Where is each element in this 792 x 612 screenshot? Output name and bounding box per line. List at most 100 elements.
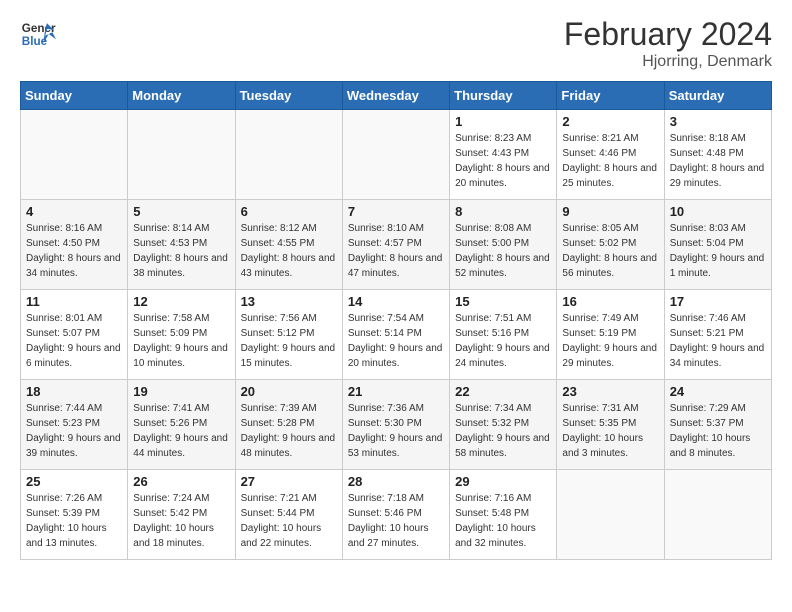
table-cell: 5 Sunrise: 8:14 AM Sunset: 4:53 PM Dayli…: [128, 200, 235, 290]
table-cell: [664, 470, 771, 560]
day-info: Sunrise: 7:34 AM Sunset: 5:32 PM Dayligh…: [455, 401, 551, 461]
day-number: 23: [562, 384, 658, 399]
table-cell: 6 Sunrise: 8:12 AM Sunset: 4:55 PM Dayli…: [235, 200, 342, 290]
calendar-row: 18 Sunrise: 7:44 AM Sunset: 5:23 PM Dayl…: [21, 380, 772, 470]
day-number: 1: [455, 114, 551, 129]
day-number: 15: [455, 294, 551, 309]
day-number: 10: [670, 204, 766, 219]
location-title: Hjorring, Denmark: [564, 53, 772, 71]
day-number: 27: [241, 474, 337, 489]
table-cell: 14 Sunrise: 7:54 AM Sunset: 5:14 PM Dayl…: [342, 290, 449, 380]
day-number: 11: [26, 294, 122, 309]
table-cell: 8 Sunrise: 8:08 AM Sunset: 5:00 PM Dayli…: [450, 200, 557, 290]
day-number: 7: [348, 204, 444, 219]
table-cell: 3 Sunrise: 8:18 AM Sunset: 4:48 PM Dayli…: [664, 110, 771, 200]
table-cell: [128, 110, 235, 200]
day-number: 20: [241, 384, 337, 399]
day-number: 6: [241, 204, 337, 219]
col-monday: Monday: [128, 82, 235, 110]
day-number: 4: [26, 204, 122, 219]
day-info: Sunrise: 7:36 AM Sunset: 5:30 PM Dayligh…: [348, 401, 444, 461]
table-cell: 2 Sunrise: 8:21 AM Sunset: 4:46 PM Dayli…: [557, 110, 664, 200]
header: General Blue February 2024 Hjorring, Den…: [20, 16, 772, 71]
day-number: 18: [26, 384, 122, 399]
day-info: Sunrise: 7:41 AM Sunset: 5:26 PM Dayligh…: [133, 401, 229, 461]
table-cell: 17 Sunrise: 7:46 AM Sunset: 5:21 PM Dayl…: [664, 290, 771, 380]
day-info: Sunrise: 7:18 AM Sunset: 5:46 PM Dayligh…: [348, 491, 444, 551]
table-cell: 25 Sunrise: 7:26 AM Sunset: 5:39 PM Dayl…: [21, 470, 128, 560]
calendar-table: Sunday Monday Tuesday Wednesday Thursday…: [20, 81, 772, 560]
calendar-row: 4 Sunrise: 8:16 AM Sunset: 4:50 PM Dayli…: [21, 200, 772, 290]
day-number: 28: [348, 474, 444, 489]
calendar-row: 25 Sunrise: 7:26 AM Sunset: 5:39 PM Dayl…: [21, 470, 772, 560]
title-area: February 2024 Hjorring, Denmark: [564, 16, 772, 71]
table-cell: [557, 470, 664, 560]
day-info: Sunrise: 7:49 AM Sunset: 5:19 PM Dayligh…: [562, 311, 658, 371]
day-info: Sunrise: 7:56 AM Sunset: 5:12 PM Dayligh…: [241, 311, 337, 371]
day-number: 13: [241, 294, 337, 309]
logo-icon: General Blue: [20, 16, 56, 52]
col-tuesday: Tuesday: [235, 82, 342, 110]
day-info: Sunrise: 8:01 AM Sunset: 5:07 PM Dayligh…: [26, 311, 122, 371]
col-thursday: Thursday: [450, 82, 557, 110]
calendar-row: 1 Sunrise: 8:23 AM Sunset: 4:43 PM Dayli…: [21, 110, 772, 200]
day-number: 17: [670, 294, 766, 309]
day-number: 9: [562, 204, 658, 219]
calendar-row: 11 Sunrise: 8:01 AM Sunset: 5:07 PM Dayl…: [21, 290, 772, 380]
table-cell: 19 Sunrise: 7:41 AM Sunset: 5:26 PM Dayl…: [128, 380, 235, 470]
day-number: 3: [670, 114, 766, 129]
day-number: 19: [133, 384, 229, 399]
table-cell: 21 Sunrise: 7:36 AM Sunset: 5:30 PM Dayl…: [342, 380, 449, 470]
day-info: Sunrise: 8:10 AM Sunset: 4:57 PM Dayligh…: [348, 221, 444, 281]
table-cell: 13 Sunrise: 7:56 AM Sunset: 5:12 PM Dayl…: [235, 290, 342, 380]
table-cell: 10 Sunrise: 8:03 AM Sunset: 5:04 PM Dayl…: [664, 200, 771, 290]
day-info: Sunrise: 7:58 AM Sunset: 5:09 PM Dayligh…: [133, 311, 229, 371]
day-number: 16: [562, 294, 658, 309]
day-info: Sunrise: 8:08 AM Sunset: 5:00 PM Dayligh…: [455, 221, 551, 281]
day-info: Sunrise: 7:21 AM Sunset: 5:44 PM Dayligh…: [241, 491, 337, 551]
day-info: Sunrise: 8:03 AM Sunset: 5:04 PM Dayligh…: [670, 221, 766, 281]
table-cell: 11 Sunrise: 8:01 AM Sunset: 5:07 PM Dayl…: [21, 290, 128, 380]
table-cell: 23 Sunrise: 7:31 AM Sunset: 5:35 PM Dayl…: [557, 380, 664, 470]
logo: General Blue: [20, 16, 56, 52]
table-cell: [21, 110, 128, 200]
day-info: Sunrise: 7:26 AM Sunset: 5:39 PM Dayligh…: [26, 491, 122, 551]
day-number: 14: [348, 294, 444, 309]
table-cell: 22 Sunrise: 7:34 AM Sunset: 5:32 PM Dayl…: [450, 380, 557, 470]
day-number: 22: [455, 384, 551, 399]
table-cell: 7 Sunrise: 8:10 AM Sunset: 4:57 PM Dayli…: [342, 200, 449, 290]
col-friday: Friday: [557, 82, 664, 110]
table-cell: [342, 110, 449, 200]
col-sunday: Sunday: [21, 82, 128, 110]
day-info: Sunrise: 7:16 AM Sunset: 5:48 PM Dayligh…: [455, 491, 551, 551]
day-number: 12: [133, 294, 229, 309]
day-number: 21: [348, 384, 444, 399]
day-info: Sunrise: 7:24 AM Sunset: 5:42 PM Dayligh…: [133, 491, 229, 551]
table-cell: 20 Sunrise: 7:39 AM Sunset: 5:28 PM Dayl…: [235, 380, 342, 470]
day-info: Sunrise: 7:39 AM Sunset: 5:28 PM Dayligh…: [241, 401, 337, 461]
day-number: 8: [455, 204, 551, 219]
col-wednesday: Wednesday: [342, 82, 449, 110]
table-cell: 27 Sunrise: 7:21 AM Sunset: 5:44 PM Dayl…: [235, 470, 342, 560]
day-number: 2: [562, 114, 658, 129]
table-cell: 1 Sunrise: 8:23 AM Sunset: 4:43 PM Dayli…: [450, 110, 557, 200]
day-info: Sunrise: 8:21 AM Sunset: 4:46 PM Dayligh…: [562, 131, 658, 191]
day-info: Sunrise: 7:54 AM Sunset: 5:14 PM Dayligh…: [348, 311, 444, 371]
day-info: Sunrise: 7:31 AM Sunset: 5:35 PM Dayligh…: [562, 401, 658, 461]
day-info: Sunrise: 8:18 AM Sunset: 4:48 PM Dayligh…: [670, 131, 766, 191]
day-info: Sunrise: 8:23 AM Sunset: 4:43 PM Dayligh…: [455, 131, 551, 191]
table-cell: 26 Sunrise: 7:24 AM Sunset: 5:42 PM Dayl…: [128, 470, 235, 560]
day-info: Sunrise: 7:51 AM Sunset: 5:16 PM Dayligh…: [455, 311, 551, 371]
table-cell: 4 Sunrise: 8:16 AM Sunset: 4:50 PM Dayli…: [21, 200, 128, 290]
day-info: Sunrise: 8:05 AM Sunset: 5:02 PM Dayligh…: [562, 221, 658, 281]
day-info: Sunrise: 8:12 AM Sunset: 4:55 PM Dayligh…: [241, 221, 337, 281]
day-info: Sunrise: 8:14 AM Sunset: 4:53 PM Dayligh…: [133, 221, 229, 281]
month-title: February 2024: [564, 16, 772, 53]
table-cell: [235, 110, 342, 200]
day-number: 29: [455, 474, 551, 489]
calendar-header-row: Sunday Monday Tuesday Wednesday Thursday…: [21, 82, 772, 110]
table-cell: 16 Sunrise: 7:49 AM Sunset: 5:19 PM Dayl…: [557, 290, 664, 380]
table-cell: 9 Sunrise: 8:05 AM Sunset: 5:02 PM Dayli…: [557, 200, 664, 290]
col-saturday: Saturday: [664, 82, 771, 110]
table-cell: 12 Sunrise: 7:58 AM Sunset: 5:09 PM Dayl…: [128, 290, 235, 380]
